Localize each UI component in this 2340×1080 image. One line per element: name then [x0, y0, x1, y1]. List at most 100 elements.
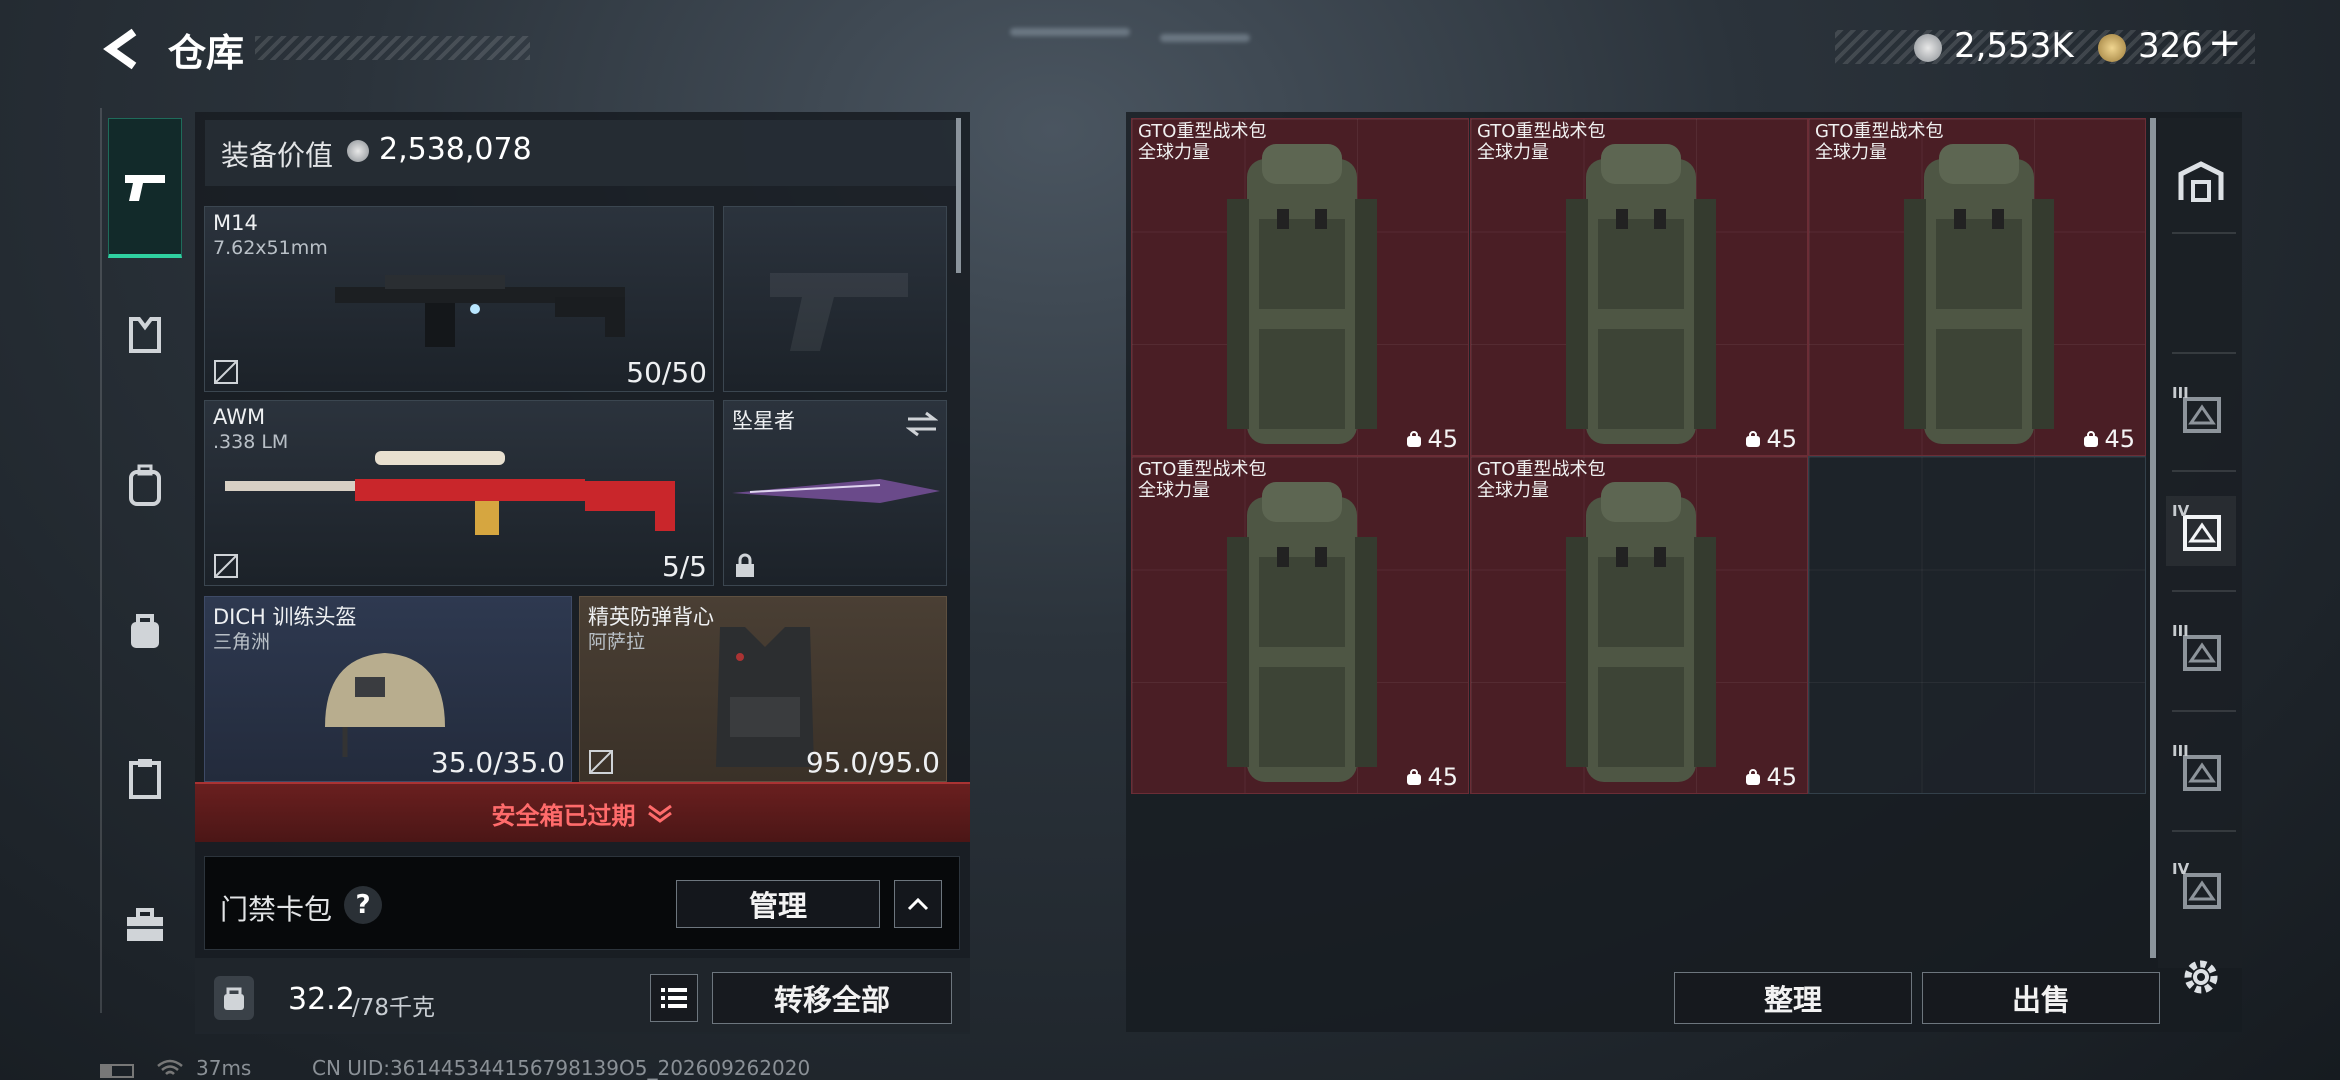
help-button[interactable]: ? [344, 886, 382, 924]
backpack-image [1227, 482, 1377, 782]
storage-item[interactable]: GTO重型战术包 全球力量 45 [1470, 456, 1808, 794]
storage-home-tab[interactable] [2166, 146, 2236, 216]
weapon-durability: 5/5 [661, 550, 707, 583]
vest-image [716, 627, 814, 767]
sort-button[interactable]: 整理 [1674, 972, 1912, 1024]
nav-armor-tab[interactable] [100, 290, 190, 380]
pistol-placeholder-icon [770, 273, 908, 351]
storage-tab-4[interactable]: III [2166, 736, 2236, 806]
empty-storage-cell[interactable] [1808, 456, 2146, 794]
item-name: GTO重型战术包 [1138, 459, 1267, 480]
silver-coin-icon [347, 140, 369, 162]
tab-tier-label: III [2172, 384, 2189, 402]
armor-slot[interactable]: 精英防弹背心 阿萨拉 95.0/95.0 [579, 596, 947, 782]
currency1-value: 2,553K [1954, 26, 2074, 66]
item-name: GTO重型战术包 [1477, 459, 1606, 480]
item-count-badge: 45 [2082, 425, 2135, 453]
item-count: 45 [1766, 425, 1797, 453]
storage-item[interactable]: GTO重型战术包 全球力量 45 [1808, 118, 2146, 456]
item-name: GTO重型战术包 [1815, 121, 1944, 142]
nav-backpack-tab[interactable] [100, 440, 190, 530]
weight-icon [1746, 431, 1761, 447]
tab-tier-label: III [2172, 622, 2189, 640]
expand-button[interactable] [894, 880, 942, 928]
add-currency-button[interactable]: + [2208, 20, 2242, 66]
back-button[interactable] [96, 26, 146, 72]
list-view-button[interactable] [650, 974, 698, 1022]
list-icon [661, 988, 687, 1008]
backpack-image [1566, 482, 1716, 782]
storage-tab-5[interactable]: IV [2166, 854, 2236, 924]
silver-coin-icon [1914, 34, 1942, 62]
no-insure-icon [214, 360, 238, 384]
backpack-image [1227, 144, 1377, 444]
item-count-badge: 45 [1405, 763, 1458, 791]
storage-tab-2[interactable]: IV [2166, 496, 2236, 566]
manage-button[interactable]: 管理 [676, 880, 880, 928]
item-count: 45 [2104, 425, 2135, 453]
keycard-label: 门禁卡包 [220, 893, 333, 926]
item-brand: 全球力量 [1138, 480, 1210, 501]
tab-divider [2172, 352, 2236, 354]
storage-scrollbar[interactable] [2150, 118, 2156, 958]
nav-toolbox-tab[interactable] [100, 880, 190, 970]
weight-current: 32.2 [288, 982, 355, 1017]
item-brand: 全球力量 [1138, 142, 1210, 163]
weight-icon [1407, 769, 1422, 785]
secondary-weapon-slot[interactable] [723, 206, 947, 392]
weight-icon [2084, 431, 2099, 447]
secondary-rifle-slot[interactable]: AWM .338 LM 5/5 [204, 400, 714, 586]
weapon-name: M14 [213, 211, 258, 235]
warehouse-icon [2178, 161, 2224, 202]
storage-tab-3[interactable]: III [2166, 616, 2236, 686]
equip-value: 2,538,078 [379, 132, 532, 167]
helmet-slot[interactable]: DICH 训练头盔 三角洲 35.0/35.0 [204, 596, 572, 782]
storage-item[interactable]: GTO重型战术包 全球力量 45 [1131, 456, 1469, 794]
weight-max: /78千克 [352, 995, 436, 1021]
safebox-expired-bar[interactable]: 安全箱已过期 [195, 782, 970, 842]
weight-icon [1407, 431, 1422, 447]
uid-text: CN UID:361445344156798139O5_202609262020 [312, 1056, 811, 1080]
lock-icon [736, 553, 754, 577]
helmet-durability: 35.0/35.0 [430, 746, 565, 779]
weapon-durability: 50/50 [626, 356, 707, 389]
clipboard-icon [129, 759, 161, 799]
bag-icon [131, 614, 159, 648]
tab-divider [2172, 590, 2236, 592]
settings-button[interactable] [2166, 942, 2236, 1012]
item-brand: 全球力量 [1815, 142, 1887, 163]
item-name: GTO重型战术包 [1138, 121, 1267, 142]
no-insure-icon [214, 554, 238, 578]
currency2-value: 326 [2138, 26, 2203, 66]
swap-icon[interactable] [906, 411, 938, 437]
gold-coin-icon [2098, 34, 2126, 62]
backpack-icon [129, 464, 161, 506]
nav-case-tab[interactable] [100, 733, 190, 823]
item-count: 45 [1427, 425, 1458, 453]
item-name: GTO重型战术包 [1477, 121, 1606, 142]
storage-item[interactable]: GTO重型战术包 全球力量 45 [1470, 118, 1808, 456]
vest-icon [129, 317, 161, 353]
melee-slot[interactable]: 坠星者 [723, 400, 947, 586]
equip-value-label: 装备价值 [221, 139, 334, 172]
nav-weapons-tab[interactable] [108, 118, 182, 258]
toolbox-icon [127, 908, 163, 941]
sell-button[interactable]: 出售 [1922, 972, 2160, 1024]
primary-weapon-slot[interactable]: M14 7.62x51mm 50/50 [204, 206, 714, 392]
kettlebell-icon [224, 987, 244, 1010]
knife-image [732, 479, 940, 503]
item-count: 45 [1427, 763, 1458, 791]
battery-icon [100, 1064, 134, 1078]
item-brand: 全球力量 [1477, 142, 1549, 163]
equip-value-row: 装备价值 2,538,078 [205, 120, 960, 186]
weapon-caliber: 7.62x51mm [213, 237, 328, 259]
loadout-scrollbar[interactable] [956, 118, 961, 273]
item-count-badge: 45 [1405, 425, 1458, 453]
chevron-down-icon [647, 804, 672, 823]
back-arrow-icon [103, 28, 137, 70]
storage-item[interactable]: GTO重型战术包 全球力量 45 [1131, 118, 1469, 456]
storage-tab-1[interactable]: III [2166, 378, 2236, 448]
transfer-all-button[interactable]: 转移全部 [712, 972, 952, 1024]
nav-bag-tab[interactable] [100, 585, 190, 675]
tab-divider [2172, 470, 2236, 472]
